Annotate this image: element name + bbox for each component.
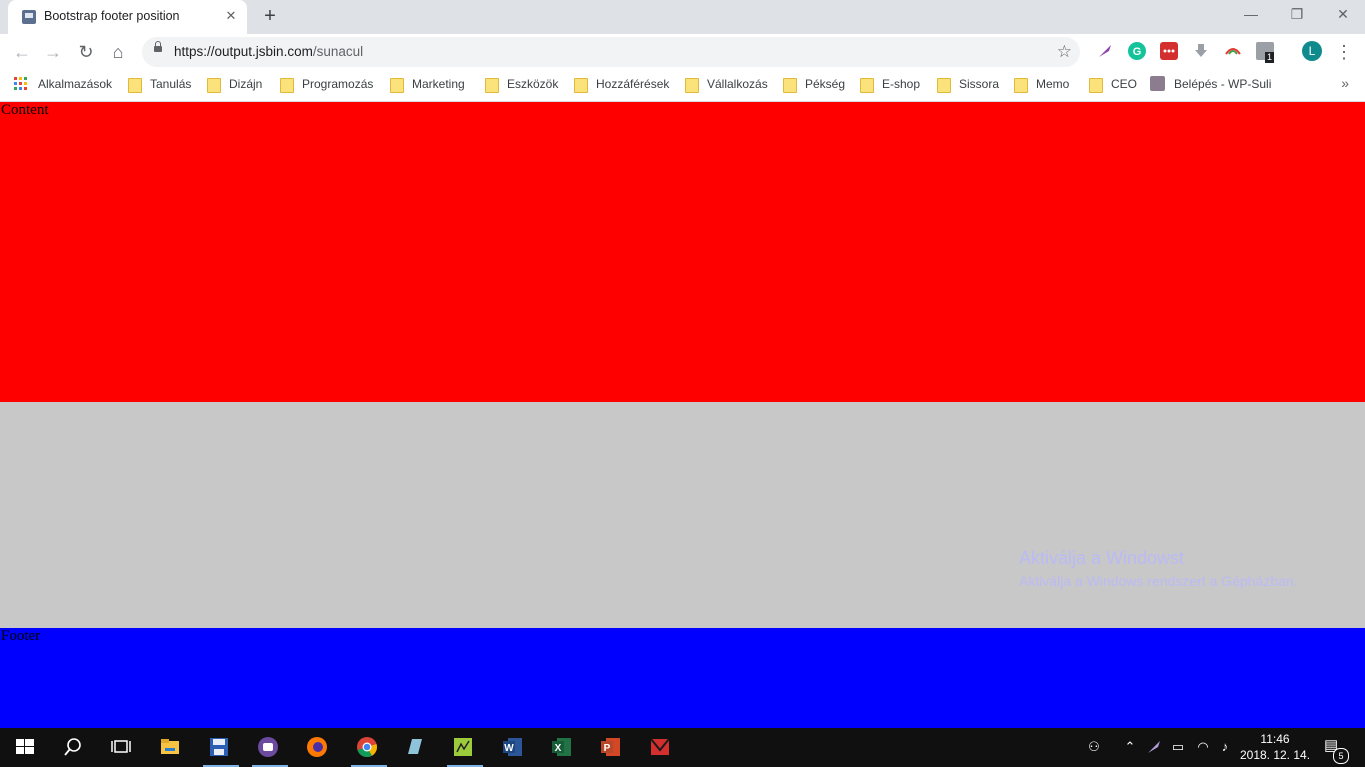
browser-toolbar: ← → ↻ ⌂ https://output.jsbin.com/sunacul… [0, 34, 1365, 70]
shield-extension-icon[interactable]: 1 [1256, 42, 1275, 63]
folder-icon [390, 78, 404, 93]
excel-icon[interactable]: X [551, 736, 573, 758]
clock-time: 11:46 [1260, 732, 1290, 746]
bookmark-folder[interactable]: Eszközök [507, 77, 558, 91]
notification-count-badge: 5 [1333, 748, 1349, 764]
folder-icon [207, 78, 221, 93]
folder-icon [937, 78, 951, 93]
wifi-icon[interactable]: ◠ [1195, 739, 1211, 755]
folder-icon [860, 78, 874, 93]
folder-icon [280, 78, 294, 93]
browser-tab[interactable]: Bootstrap footer position ✕ [8, 0, 247, 34]
tab-strip: Bootstrap footer position ✕ + — ❐ ✕ [0, 0, 1365, 34]
mail-app-icon[interactable] [649, 736, 671, 758]
bookmark-folder[interactable]: Hozzáférések [596, 77, 669, 91]
windows-taskbar: W X P ⚇ ⌃ ▭ ◠ ♪ 11:46 2018. 12. 14. ▤ 5 [0, 728, 1365, 767]
folder-icon [685, 78, 699, 93]
feather-extension-icon[interactable] [1096, 42, 1114, 60]
footer-label: Footer [1, 628, 41, 644]
file-explorer-icon[interactable] [159, 736, 181, 758]
minimize-button[interactable]: — [1228, 0, 1274, 30]
back-button[interactable]: ← [10, 40, 34, 64]
bookmark-folder[interactable]: Programozás [302, 77, 373, 91]
reload-button[interactable]: ↻ [74, 40, 98, 64]
bookmark-folder[interactable]: Pékség [805, 77, 845, 91]
chrome-icon[interactable] [356, 736, 378, 758]
rainbow-extension-icon[interactable] [1224, 42, 1242, 60]
maximize-button[interactable]: ❐ [1274, 0, 1320, 30]
people-icon[interactable]: ⚇ [1086, 739, 1102, 755]
profile-avatar[interactable]: L [1302, 41, 1322, 61]
svg-text:P: P [604, 743, 611, 754]
bookmark-folder[interactable]: Marketing [412, 77, 465, 91]
bookmark-folder[interactable]: Sissora [959, 77, 999, 91]
notes-app-icon[interactable] [404, 736, 426, 758]
close-window-button[interactable]: ✕ [1320, 0, 1365, 30]
forward-button[interactable]: → [41, 40, 65, 64]
folder-icon [1014, 78, 1028, 93]
new-tab-button[interactable]: + [259, 5, 281, 27]
folder-icon [128, 78, 142, 93]
lastpass-extension-icon[interactable] [1160, 42, 1178, 60]
svg-text:X: X [555, 743, 562, 754]
folder-icon [1089, 78, 1103, 93]
bookmark-folder[interactable]: Tanulás [150, 77, 191, 91]
bookmark-folder[interactable]: Dizájn [229, 77, 262, 91]
folder-icon [574, 78, 588, 93]
clock-date: 2018. 12. 14. [1239, 748, 1311, 762]
content-label: Content [1, 102, 49, 118]
chevron-up-icon[interactable]: ⌃ [1122, 739, 1138, 755]
bookmark-wp-suli[interactable]: Belépés - WP-Suli [1174, 77, 1271, 91]
bookmark-folder[interactable]: Vállalkozás [707, 77, 768, 91]
menu-icon[interactable]: ⋮ [1332, 40, 1356, 64]
activation-watermark: Aktiválja a Windowst Aktiválja a Windows… [1019, 548, 1298, 589]
watermark-subtitle: Aktiválja a Windows rendszert a Gépházba… [1019, 573, 1298, 589]
url-text[interactable]: https://output.jsbin.com/sunacul [174, 44, 363, 59]
footer-section: Footer [0, 628, 1365, 728]
start-icon[interactable] [14, 736, 36, 758]
battery-icon[interactable]: ▭ [1170, 739, 1186, 755]
more-bookmarks-button[interactable]: » [1341, 75, 1349, 91]
content-section: Content [0, 102, 1365, 402]
download-extension-icon[interactable] [1192, 42, 1210, 60]
word-icon[interactable]: W [502, 736, 524, 758]
volume-icon[interactable]: ♪ [1217, 739, 1233, 755]
save-app-icon[interactable] [208, 736, 230, 758]
wp-suli-favicon-icon [1150, 76, 1165, 91]
firefox-icon[interactable] [306, 736, 328, 758]
bookmark-star-icon[interactable]: ☆ [1057, 42, 1072, 62]
task-view-icon[interactable] [110, 736, 132, 758]
site-favicon-icon [22, 10, 36, 24]
bookmark-folder[interactable]: CEO [1111, 77, 1137, 91]
bookmark-folder[interactable]: Memo [1036, 77, 1069, 91]
powerpoint-icon[interactable]: P [600, 736, 622, 758]
editor-app-icon[interactable] [452, 736, 474, 758]
search-icon[interactable] [62, 736, 84, 758]
watermark-title: Aktiválja a Windowst [1019, 548, 1185, 568]
grammarly-extension-icon[interactable]: G [1128, 42, 1146, 60]
system-clock[interactable]: 11:46 2018. 12. 14. [1238, 731, 1312, 763]
bookmark-apps[interactable]: Alkalmazások [38, 77, 112, 91]
tab-close-icon[interactable]: ✕ [223, 8, 239, 24]
bookmarks-bar: Alkalmazások Tanulás Dizájn Programozás … [0, 70, 1365, 102]
svg-text:W: W [504, 743, 514, 754]
messenger-app-icon[interactable] [257, 736, 279, 758]
address-bar[interactable]: https://output.jsbin.com/sunacul ☆ [142, 37, 1080, 67]
apps-grid-icon[interactable] [14, 77, 28, 91]
lock-icon [154, 41, 162, 52]
folder-icon [485, 78, 499, 93]
pen-icon[interactable] [1146, 739, 1162, 755]
tab-title: Bootstrap footer position [44, 9, 180, 23]
home-button[interactable]: ⌂ [106, 40, 130, 64]
folder-icon [783, 78, 797, 93]
svg-text:G: G [1133, 46, 1142, 58]
bookmark-folder[interactable]: E-shop [882, 77, 920, 91]
page-viewport: Content Footer [0, 102, 1365, 728]
